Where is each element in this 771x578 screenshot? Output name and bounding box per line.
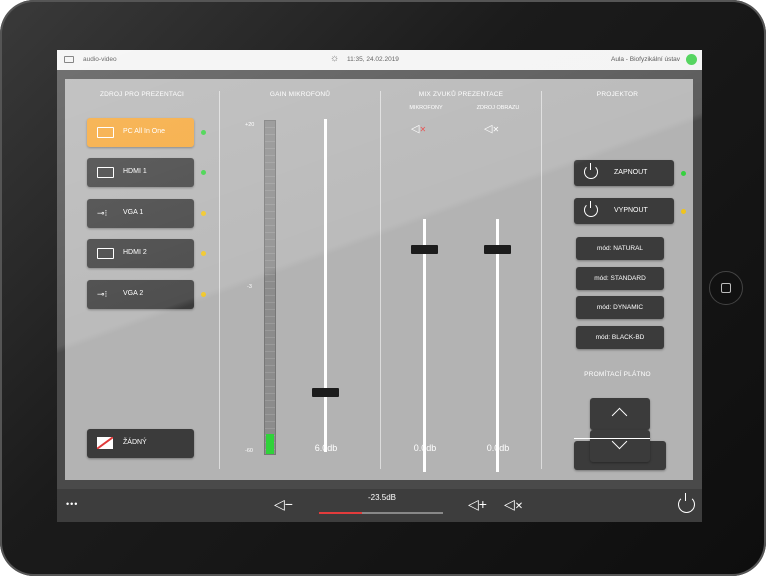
- screen-up-button[interactable]: [590, 398, 650, 430]
- source-status-indicator: [201, 292, 206, 297]
- mode-dynamic-button[interactable]: mód: DYNAMIC: [576, 296, 664, 319]
- column-divider: [541, 91, 542, 469]
- master-volume-fill: [319, 512, 363, 514]
- more-options-icon[interactable]: •••: [66, 499, 78, 509]
- chevron-down-icon: [611, 433, 628, 450]
- room-name: Aula - Biofyzikální ústav: [610, 56, 680, 63]
- speaker-muted-icon: ◁✕: [411, 123, 427, 135]
- projector-title: PROJEKTOR: [596, 91, 639, 98]
- vga-icon: ⊸⁝: [97, 208, 108, 218]
- source-status-indicator: [201, 170, 206, 175]
- sources-title: ZDROJ PRO PREZENTACI: [99, 91, 185, 98]
- mode-natural-button[interactable]: mód: NATURAL: [576, 237, 664, 260]
- gain-slider-track[interactable]: [324, 119, 327, 452]
- monitor-icon: [97, 167, 114, 178]
- control-panel: ZDROJ PRO PREZENTACI PC All In One HDMI …: [65, 79, 693, 480]
- mic-channel-label: MIKROFONY: [409, 105, 443, 111]
- source-button-hdmi-1[interactable]: HDMI 1: [87, 158, 194, 187]
- master-volume-value: -23.5dB: [367, 493, 397, 502]
- home-button[interactable]: [709, 271, 743, 305]
- source-status-indicator: [201, 211, 206, 216]
- source-value: 0.0db: [486, 443, 510, 453]
- source-label: PC All In One: [123, 128, 166, 135]
- monitor-icon: [97, 248, 114, 259]
- bottom-bar: ••• ◁− -23.5dB ◁+ ◁✕: [57, 489, 702, 522]
- meter-tick-label: -3: [247, 284, 252, 290]
- source-slider-handle[interactable]: [484, 245, 511, 255]
- mic-level-meter-fill: [266, 433, 274, 454]
- source-mute-button[interactable]: ◁✕: [484, 122, 499, 135]
- volume-down-button[interactable]: ◁−: [274, 496, 293, 513]
- source-button-none[interactable]: ŽÁDNÝ: [87, 429, 194, 458]
- source-label: ŽÁDNÝ: [123, 439, 147, 446]
- source-label: VGA 1: [123, 209, 144, 216]
- volume-up-button[interactable]: ◁+: [468, 496, 487, 513]
- gain-value: 6.0db: [314, 443, 338, 453]
- source-slider-track[interactable]: [496, 219, 499, 472]
- no-source-icon: [97, 437, 113, 449]
- source-label: HDMI 1: [123, 168, 147, 175]
- projector-off-indicator: [681, 209, 686, 214]
- speaker-mute-icon: ◁✕: [484, 123, 500, 135]
- projector-off-label: VYPNOUT: [614, 207, 648, 214]
- projector-on-indicator: [681, 171, 686, 176]
- app-name: audio-video: [83, 56, 117, 63]
- mic-slider-handle[interactable]: [411, 245, 438, 255]
- projector-off-button[interactable]: VYPNOUT: [574, 198, 674, 224]
- app-icon: [64, 56, 74, 63]
- mode-standard-button[interactable]: mód: STANDARD: [576, 267, 664, 290]
- screen-underline: [574, 438, 650, 439]
- meter-tick-label: -60: [245, 448, 253, 454]
- screen-down-button[interactable]: [590, 430, 650, 462]
- source-channel-label: ZDROJ OBRAZU: [476, 105, 520, 111]
- source-button-vga-1[interactable]: ⊸⁝ VGA 1: [87, 199, 194, 228]
- master-mute-button[interactable]: ◁✕: [504, 496, 523, 513]
- power-icon: [584, 201, 598, 217]
- mic-value: 0.0db: [413, 443, 437, 453]
- projector-on-label: ZAPNOUT: [614, 169, 648, 176]
- gain-title: GAIN MIKROFONŮ: [269, 91, 331, 98]
- sun-icon: ☼: [330, 53, 340, 64]
- monitor-icon: [97, 127, 114, 138]
- column-divider: [380, 91, 381, 469]
- source-button-hdmi-2[interactable]: HDMI 2: [87, 239, 194, 268]
- mic-level-meter: [264, 120, 276, 455]
- source-label: VGA 2: [123, 290, 144, 297]
- mix-title: MIX ZVUKŮ PREZENTACE: [418, 91, 504, 98]
- status-bar: audio-video ☼ 11:35, 24.02.2019 Aula - B…: [57, 50, 702, 70]
- chevron-up-icon: [611, 407, 628, 424]
- vga-icon: ⊸⁝: [97, 289, 108, 299]
- source-label: HDMI 2: [123, 249, 147, 256]
- projector-on-button[interactable]: ZAPNOUT: [574, 160, 674, 186]
- tablet-frame: audio-video ☼ 11:35, 24.02.2019 Aula - B…: [0, 0, 766, 576]
- source-status-indicator: [201, 130, 206, 135]
- power-off-button[interactable]: [678, 493, 695, 513]
- column-divider: [219, 91, 220, 469]
- mic-mute-button[interactable]: ◁✕: [411, 122, 426, 135]
- datetime: 11:35, 24.02.2019: [347, 56, 399, 63]
- meter-tick-label: +20: [245, 122, 255, 128]
- source-button-pc-all-in-one[interactable]: PC All In One: [87, 118, 194, 147]
- gain-slider-handle[interactable]: [312, 388, 339, 398]
- screen-title: PROMÍTACÍ PLÁTNO: [584, 371, 651, 378]
- mode-black-bd-button[interactable]: mód: BLACK-BD: [576, 326, 664, 349]
- source-button-vga-2[interactable]: ⊸⁝ VGA 2: [87, 280, 194, 309]
- connection-status-indicator: [686, 54, 697, 65]
- mic-slider-track[interactable]: [423, 219, 426, 472]
- app-screen: audio-video ☼ 11:35, 24.02.2019 Aula - B…: [57, 50, 702, 522]
- power-icon: [584, 163, 598, 179]
- source-status-indicator: [201, 251, 206, 256]
